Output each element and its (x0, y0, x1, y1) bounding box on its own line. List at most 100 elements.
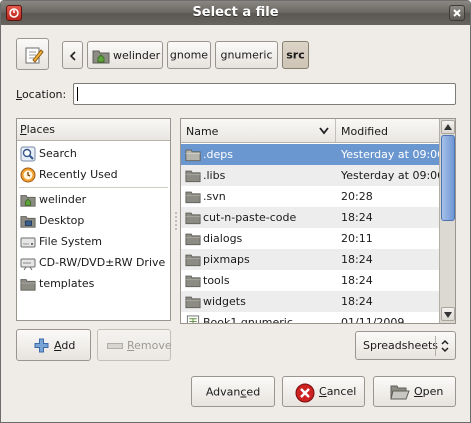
scroll-up-button[interactable] (441, 120, 455, 134)
place-label: CD-RW/DVD±RW Drive (39, 256, 166, 269)
cancel-label: Cancel (319, 385, 357, 398)
file-row[interactable]: .svn 20:28 (181, 186, 439, 207)
place-item-welinder[interactable]: welinder (17, 189, 170, 210)
places-header-label: Places (20, 123, 55, 136)
window-close-button[interactable] (449, 5, 465, 21)
path-segment-label: gnumeric (220, 48, 273, 62)
place-item-file-system[interactable]: File System (17, 231, 170, 252)
chevron-left-icon (69, 51, 76, 61)
file-name: widgets (203, 295, 246, 308)
column-header-modified[interactable]: Modified (336, 119, 439, 143)
file-modified: 20:28 (341, 190, 373, 203)
open-label: Open (414, 385, 444, 398)
file-name: .svn (203, 190, 226, 203)
path-segment-label: gnome (169, 48, 209, 62)
pane-resize-handle[interactable] (175, 211, 177, 231)
recent-icon (20, 167, 36, 183)
file-name: pixmaps (203, 253, 250, 266)
search-icon (20, 146, 36, 162)
scroll-down-button[interactable] (441, 307, 455, 321)
cancel-button[interactable]: Cancel (282, 376, 365, 407)
open-folder-icon (390, 385, 410, 400)
file-modified: 20:11 (341, 232, 373, 245)
file-row[interactable]: Book1.gnumeric 01/11/2009 (181, 312, 439, 324)
cancel-icon (295, 383, 315, 403)
folder-icon (185, 191, 201, 204)
file-name: tools (203, 274, 230, 287)
place-item-recently-used[interactable]: Recently Used (17, 164, 170, 185)
place-label: welinder (39, 193, 87, 206)
file-row[interactable]: widgets 18:24 (181, 291, 439, 312)
combo-arrows-icon (441, 339, 449, 353)
file-modified: 18:24 (341, 253, 373, 266)
file-row[interactable]: dialogs 20:11 (181, 228, 439, 249)
file-row[interactable]: .libs Yesterday at 09:06 (181, 165, 444, 186)
file-list: Name Modified .deps Yesterday at 09:06 .… (180, 118, 456, 324)
file-list-scrollbar[interactable] (439, 119, 455, 323)
place-item-desktop[interactable]: Desktop (17, 210, 170, 231)
place-item-search[interactable]: Search (17, 143, 170, 164)
sort-descending-icon (319, 127, 329, 135)
add-bookmark-button[interactable]: Add (16, 329, 91, 361)
advanced-label: Advanced (205, 385, 261, 398)
path-back-button[interactable] (62, 41, 83, 69)
remove-bookmark-button[interactable]: Remove (97, 329, 172, 361)
file-row[interactable]: cut-n-paste-code 18:24 (181, 207, 439, 228)
remove-label: Remove (127, 339, 172, 352)
folder-icon (185, 170, 201, 183)
path-segment-label: welinder (113, 49, 161, 62)
arrow-up-icon (444, 124, 452, 130)
window-title: Select a file (192, 5, 279, 20)
place-label: Search (39, 147, 77, 160)
places-separator (19, 187, 168, 188)
path-segment-gnumeric[interactable]: gnumeric (215, 41, 278, 69)
text-cursor (77, 87, 78, 101)
type-location-toggle-button[interactable] (16, 38, 49, 70)
minus-icon (107, 343, 123, 349)
file-name: .libs (203, 169, 226, 182)
file-name: dialogs (203, 232, 243, 245)
folder-icon (20, 279, 36, 291)
places-sidebar: Places Search Recently Used welinder Des… (16, 118, 171, 321)
file-type-filter-value: Spreadsheets (363, 339, 439, 352)
file-name: cut-n-paste-code (203, 211, 297, 224)
location-label: Location: (16, 88, 67, 101)
desktop-icon (20, 216, 36, 228)
scroll-thumb[interactable] (441, 135, 455, 221)
location-input[interactable] (73, 83, 456, 105)
path-segment-src[interactable]: src (282, 41, 309, 69)
drive-icon (20, 237, 36, 248)
places-header: Places (17, 119, 170, 141)
plus-icon (34, 338, 49, 353)
file-type-filter-combo[interactable]: Spreadsheets (355, 331, 456, 360)
folder-icon (185, 233, 201, 246)
file-modified: 18:24 (341, 211, 373, 224)
column-header-name[interactable]: Name (181, 119, 336, 143)
combo-separator (435, 336, 436, 356)
place-item-cd-dvd-drive[interactable]: CD-RW/DVD±RW Drive (17, 252, 170, 273)
place-item-templates[interactable]: templates (17, 273, 170, 294)
file-modified: 18:24 (341, 274, 373, 287)
file-name: Book1.gnumeric (203, 316, 293, 324)
place-label: Recently Used (39, 168, 118, 181)
edit-pencil-icon (25, 47, 44, 64)
file-modified: Yesterday at 09:06 (341, 148, 445, 161)
path-segment-welinder[interactable]: welinder (87, 41, 163, 69)
place-label: templates (39, 277, 95, 290)
file-row[interactable]: tools 18:24 (181, 270, 439, 291)
advanced-button[interactable]: Advanced (191, 376, 275, 407)
optical-drive-icon (20, 258, 36, 271)
file-modified: 18:24 (341, 295, 373, 308)
path-segment-label: src (286, 48, 305, 62)
path-segment-gnome[interactable]: gnome (167, 41, 211, 69)
file-modified: Yesterday at 09:06 (341, 169, 445, 182)
file-chooser-dialog: Select a file welinder gnome gnumeric sr… (0, 0, 471, 423)
home-folder-icon (20, 195, 36, 207)
add-label: Add (54, 339, 76, 352)
folder-icon (185, 212, 201, 225)
place-label: File System (39, 235, 102, 248)
file-row[interactable]: pixmaps 18:24 (181, 249, 439, 270)
close-icon (453, 9, 461, 17)
file-row[interactable]: .deps Yesterday at 09:06 (181, 144, 444, 165)
open-button[interactable]: Open (373, 376, 456, 407)
